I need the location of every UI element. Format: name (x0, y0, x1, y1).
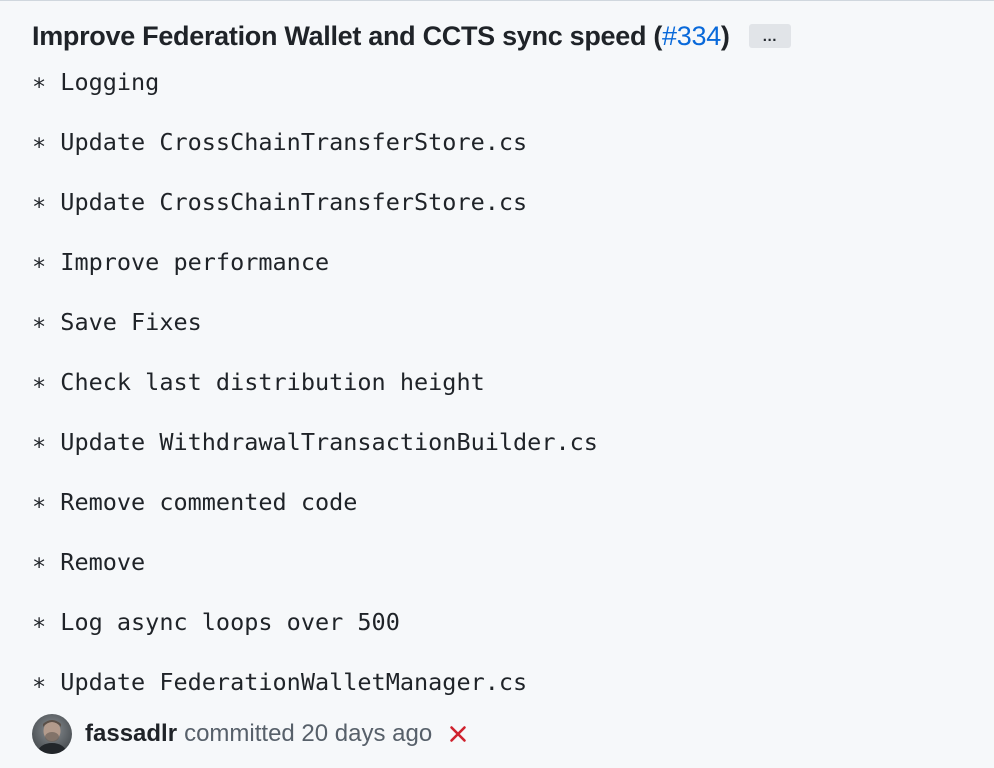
author-link[interactable]: fassadlr (85, 720, 177, 748)
commit-message: ∗ Logging ∗ Update CrossChainTransferStor… (32, 62, 598, 722)
avatar-image (32, 714, 72, 754)
commit-time: committed 20 days ago (184, 720, 433, 747)
message-line: ∗ Save Fixes (32, 308, 202, 336)
message-line: ∗ Improve performance (32, 248, 330, 276)
message-line: ∗ Remove (32, 548, 146, 576)
commit-title: Improve Federation Wallet and CCTS sync … (32, 21, 730, 52)
message-line: ∗ Update CrossChainTransferStore.cs (32, 128, 528, 156)
avatar[interactable] (32, 714, 72, 754)
message-line: ∗ Update WithdrawalTransactionBuilder.cs (32, 428, 598, 456)
commit-title-text: Improve Federation Wallet and CCTS sync … (32, 20, 663, 51)
x-icon[interactable] (448, 724, 468, 744)
message-line: ∗ Check last distribution height (32, 368, 485, 396)
message-line: ∗ Log async loops over 500 (32, 608, 400, 636)
commit-title-suffix: ) (720, 20, 730, 51)
message-line: ∗ Update CrossChainTransferStore.cs (32, 188, 528, 216)
message-line: ∗ Logging (32, 68, 160, 96)
expand-message-button[interactable]: … (748, 24, 791, 48)
commit-meta: fassadlr committed 20 days ago (32, 714, 468, 754)
message-line: ∗ Remove commented code (32, 488, 358, 516)
top-border (0, 0, 994, 1)
commit-title-row: Improve Federation Wallet and CCTS sync … (32, 18, 791, 54)
pr-link[interactable]: #334 (662, 21, 721, 51)
message-line: ∗ Update FederationWalletManager.cs (32, 668, 528, 696)
